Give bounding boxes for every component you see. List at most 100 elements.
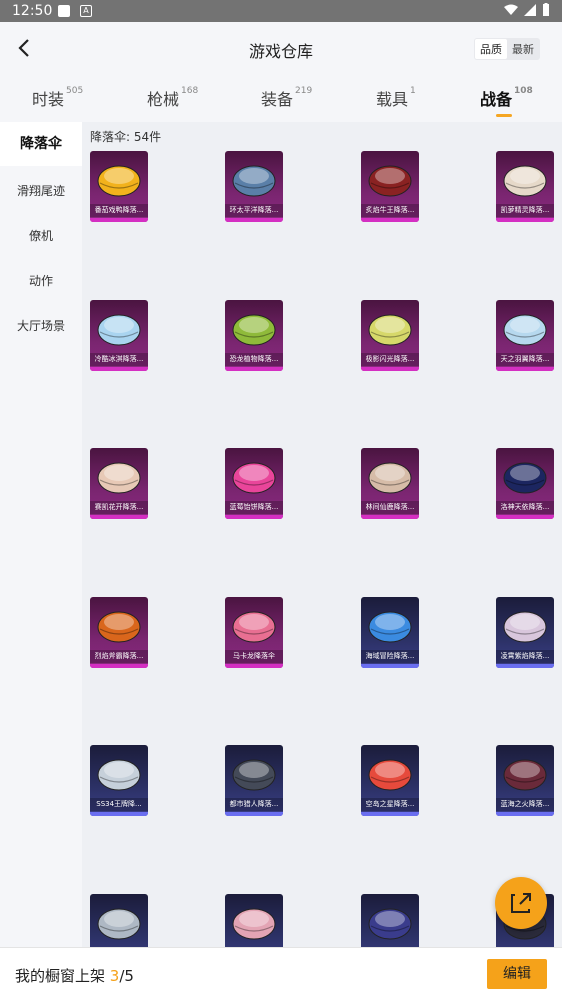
- parachute-icon: [503, 314, 547, 346]
- sidebar-item-emote[interactable]: 动作: [0, 272, 82, 289]
- parachute-item-card[interactable]: 恐龙植物降落...: [225, 300, 283, 371]
- parachute-icon: [232, 611, 276, 643]
- parachute-icon: [97, 314, 141, 346]
- rarity-bar: [225, 515, 283, 519]
- header: 游戏仓库 品质 最新: [0, 22, 562, 74]
- parachute-item-card[interactable]: 环太平洋降落...: [225, 151, 283, 222]
- parachute-item-card[interactable]: 烈焰斧霸降落...: [90, 597, 148, 668]
- tab-count: 505: [66, 86, 84, 96]
- item-name: 海域冒险降落...: [361, 650, 419, 663]
- parachute-item-card[interactable]: [361, 894, 419, 952]
- parachute-item-card[interactable]: 林间仙鹿降落...: [361, 448, 419, 519]
- tab-label: 装备: [261, 90, 294, 109]
- tab-fashion[interactable]: 时装 505: [32, 86, 83, 110]
- sidebar-item-wingman[interactable]: 僚机: [0, 227, 82, 244]
- parachute-item-card[interactable]: 赛凯花开降落...: [90, 448, 148, 519]
- sort-newest-option[interactable]: 最新: [507, 39, 539, 59]
- rarity-bar: [361, 664, 419, 668]
- parachute-icon: [232, 759, 276, 791]
- parachute-item-card[interactable]: 蓝海之火降落...: [496, 745, 554, 816]
- rarity-bar: [225, 367, 283, 371]
- rarity-bar: [225, 664, 283, 668]
- tab-count: 1: [410, 86, 416, 96]
- parachute-icon: [503, 462, 547, 494]
- rarity-bar: [225, 218, 283, 222]
- rarity-bar: [361, 812, 419, 816]
- parachute-icon: [368, 908, 412, 940]
- item-name: 炙焰牛王降落...: [361, 204, 419, 217]
- category-tabs: 时装 505 枪械 168 装备 219 载具 1 战备 108: [0, 74, 562, 122]
- parachute-item-card[interactable]: [225, 894, 283, 952]
- rarity-bar: [90, 812, 148, 816]
- item-name: 都市猎人降落...: [225, 798, 283, 811]
- parachute-item-card[interactable]: SS34王牌降...: [90, 745, 148, 816]
- parachute-item-card[interactable]: 凯萝精灵降落...: [496, 151, 554, 222]
- notification-icon: [58, 5, 70, 17]
- tab-equipment[interactable]: 装备 219: [261, 86, 312, 110]
- item-name: 恐龙植物降落...: [225, 353, 283, 366]
- rarity-bar: [90, 367, 148, 371]
- parachute-icon: [97, 759, 141, 791]
- sort-quality-option[interactable]: 品质: [475, 39, 507, 59]
- tab-vehicles[interactable]: 载具 1: [376, 86, 416, 110]
- tab-weapons[interactable]: 枪械 168: [147, 86, 198, 110]
- showcase-total-count: 5: [124, 967, 134, 985]
- rarity-bar: [361, 515, 419, 519]
- parachute-item-card[interactable]: 凌霄紫焰降落...: [496, 597, 554, 668]
- tab-label: 载具: [376, 90, 409, 109]
- tab-battle-gear[interactable]: 战备 108: [480, 86, 533, 117]
- parachute-item-card[interactable]: 海域冒险降落...: [361, 597, 419, 668]
- showcase-footer: 我的橱窗上架 3/5 编辑: [0, 947, 562, 999]
- parachute-item-card[interactable]: 天之羽翼降落...: [496, 300, 554, 371]
- item-name: 马卡龙降落伞: [225, 650, 283, 663]
- tab-label: 枪械: [147, 90, 180, 109]
- parachute-icon: [368, 462, 412, 494]
- sort-toggle[interactable]: 品质 最新: [474, 38, 540, 60]
- parachute-item-card[interactable]: 极影闪光降落...: [361, 300, 419, 371]
- parachute-item-card[interactable]: 空岛之星降落...: [361, 745, 419, 816]
- item-name: 环太平洋降落...: [225, 204, 283, 217]
- item-name: 洛神天依降落...: [496, 501, 554, 514]
- sidebar-item-glide-trail[interactable]: 滑翔尾迹: [0, 182, 82, 199]
- item-name: 林间仙鹿降落...: [361, 501, 419, 514]
- item-name: 蓝莓饴饼降落...: [225, 501, 283, 514]
- parachute-item-card[interactable]: [90, 894, 148, 952]
- parachute-item-card[interactable]: 冷酷冰淇降落...: [90, 300, 148, 371]
- parachute-item-card[interactable]: 都市猎人降落...: [225, 745, 283, 816]
- rarity-bar: [361, 367, 419, 371]
- parachute-icon: [97, 462, 141, 494]
- rarity-bar: [496, 367, 554, 371]
- item-count-label: 降落伞: 54件: [90, 130, 162, 144]
- showcase-current-count: 3: [109, 967, 120, 985]
- showcase-label: 我的橱窗上架 3/5: [15, 965, 134, 986]
- parachute-icon: [232, 462, 276, 494]
- parachute-icon: [368, 759, 412, 791]
- sidebar-item-lobby-scene[interactable]: 大厅场景: [0, 317, 82, 334]
- parachute-item-card[interactable]: 炙焰牛王降落...: [361, 151, 419, 222]
- wifi-icon: [504, 4, 518, 15]
- sidebar-item-parachute[interactable]: 降落伞: [0, 122, 82, 166]
- item-name: 空岛之星降落...: [361, 798, 419, 811]
- parachute-item-card[interactable]: 番茄戏鸭降落...: [90, 151, 148, 222]
- item-name: SS34王牌降...: [90, 798, 148, 811]
- tab-count: 219: [295, 86, 313, 96]
- item-name: 番茄戏鸭降落...: [90, 204, 148, 217]
- parachute-icon: [368, 611, 412, 643]
- item-name: 冷酷冰淇降落...: [90, 353, 148, 366]
- parachute-icon: [232, 314, 276, 346]
- item-name: 烈焰斧霸降落...: [90, 650, 148, 663]
- parachute-item-card[interactable]: 马卡龙降落伞: [225, 597, 283, 668]
- parachute-icon: [97, 165, 141, 197]
- parachute-item-card[interactable]: 蓝莓饴饼降落...: [225, 448, 283, 519]
- item-name: 极影闪光降落...: [361, 353, 419, 366]
- tab-count: 168: [181, 86, 199, 96]
- rarity-bar: [90, 218, 148, 222]
- edit-button[interactable]: 编辑: [487, 959, 547, 989]
- item-name: 凌霄紫焰降落...: [496, 650, 554, 663]
- item-name: 天之羽翼降落...: [496, 353, 554, 366]
- status-bar: 12:50 A: [0, 0, 562, 22]
- parachute-item-card[interactable]: 洛神天依降落...: [496, 448, 554, 519]
- tab-label: 时装: [32, 90, 65, 109]
- share-button[interactable]: [495, 877, 547, 929]
- rarity-bar: [496, 515, 554, 519]
